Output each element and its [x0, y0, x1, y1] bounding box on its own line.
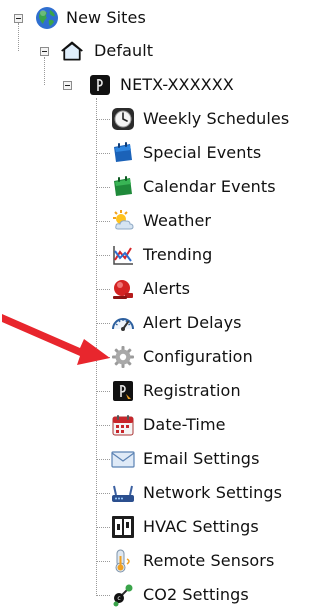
collapse-toggle-netx[interactable] [63, 81, 72, 90]
tree-item-label: Weather [143, 211, 212, 230]
site-tree: New Sites Default NETX-XXXXXX Weekly Sch… [0, 0, 299, 608]
sun-cloud-icon [111, 209, 135, 233]
tree-item-remote-sensors[interactable]: Remote Sensors [111, 548, 274, 574]
tree-node-label: Default [94, 41, 154, 60]
tree-item-email-settings[interactable]: Email Settings [111, 446, 260, 472]
tree-item-alert-delays[interactable]: Alert Delays [111, 310, 242, 336]
clock-icon [111, 107, 135, 131]
tree-connector [44, 57, 45, 85]
tree-node-label: New Sites [66, 8, 146, 27]
tree-node-default[interactable]: Default [60, 38, 153, 64]
globe-icon [35, 6, 59, 30]
tree-item-network-settings[interactable]: Network Settings [111, 480, 282, 506]
tree-item-label: Remote Sensors [143, 551, 275, 570]
tree-item-special-events[interactable]: Special Events [111, 140, 261, 166]
gauge-icon [111, 311, 135, 335]
tree-item-calendar-events[interactable]: Calendar Events [111, 174, 276, 200]
tree-item-label: Trending [143, 245, 213, 264]
tree-connector [96, 493, 110, 494]
router-icon [111, 481, 135, 505]
tree-connector [96, 391, 110, 392]
tree-item-label: Special Events [143, 143, 262, 162]
tree-item-label: Weekly Schedules [143, 109, 290, 128]
tree-connector [96, 289, 110, 290]
house-icon [60, 39, 84, 63]
tree-item-label: CO2 Settings [143, 585, 249, 604]
trend-chart-icon [111, 243, 135, 267]
blue-calendar-icon [111, 141, 135, 165]
tree-item-trending[interactable]: Trending [111, 242, 212, 268]
registration-logo-icon [111, 379, 135, 403]
hvac-panel-icon [111, 515, 135, 539]
tree-item-configuration[interactable]: Configuration [111, 344, 253, 370]
thermometer-icon [111, 549, 135, 573]
tree-connector [96, 459, 110, 460]
tree-item-label: Alert Delays [143, 313, 242, 332]
co2-molecule-icon: c [111, 583, 135, 607]
gear-icon [111, 345, 135, 369]
tree-item-co2-settings[interactable]: c CO2 Settings [111, 582, 249, 608]
tree-connector [96, 221, 110, 222]
svg-text:c: c [117, 595, 120, 602]
device-logo-icon [88, 73, 112, 97]
tree-item-label: Calendar Events [143, 177, 276, 196]
tree-node-new-sites[interactable]: New Sites [35, 5, 146, 31]
tree-item-weekly-schedules[interactable]: Weekly Schedules [111, 106, 289, 132]
green-calendar-icon [111, 175, 135, 199]
tree-item-hvac-settings[interactable]: HVAC Settings [111, 514, 259, 540]
tree-item-label: Date-Time [143, 415, 226, 434]
tree-item-label: Alerts [143, 279, 191, 298]
tree-node-label: NETX-XXXXXX [120, 75, 234, 94]
tree-item-weather[interactable]: Weather [111, 208, 211, 234]
collapse-toggle-new-sites[interactable] [14, 14, 23, 23]
tree-connector [96, 561, 110, 562]
tree-connector [96, 187, 110, 188]
tree-item-date-time[interactable]: Date-Time [111, 412, 226, 438]
tree-item-label: Registration [143, 381, 241, 400]
tree-connector [96, 255, 110, 256]
tree-connector [96, 425, 110, 426]
red-arrow-icon [2, 314, 110, 365]
tree-connector [18, 23, 19, 51]
tree-connector [96, 527, 110, 528]
tree-node-netx-device[interactable]: NETX-XXXXXX [88, 72, 234, 98]
alarm-bell-icon [111, 277, 135, 301]
tree-connector [96, 119, 110, 120]
tree-connector [96, 595, 110, 596]
envelope-icon [111, 447, 135, 471]
tree-item-alerts[interactable]: Alerts [111, 276, 190, 302]
tree-item-label: Email Settings [143, 449, 260, 468]
tree-item-label: Configuration [143, 347, 253, 366]
date-calendar-icon [111, 413, 135, 437]
tree-item-label: Network Settings [143, 483, 283, 502]
tree-connector [96, 153, 110, 154]
collapse-toggle-default[interactable] [40, 47, 49, 56]
tree-item-registration[interactable]: Registration [111, 378, 241, 404]
tree-item-label: HVAC Settings [143, 517, 259, 536]
